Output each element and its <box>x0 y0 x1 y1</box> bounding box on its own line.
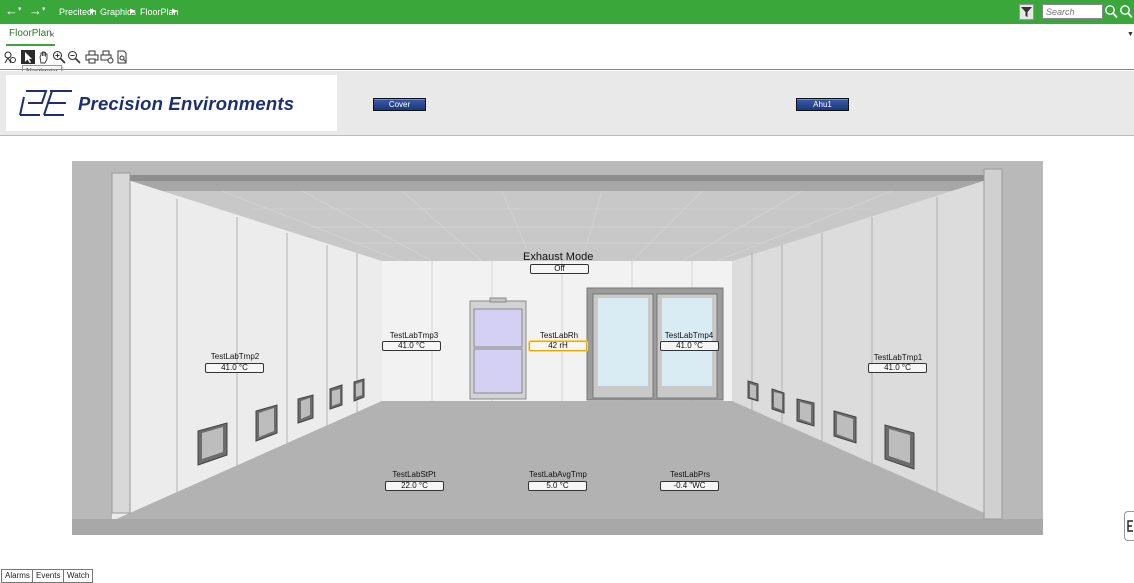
tab-strip: FloorPlan × ▼ <box>0 24 1134 46</box>
breadcrumb-separator-icon: ▶ <box>130 8 136 15</box>
close-icon[interactable]: × <box>49 30 55 41</box>
print-setup-icon[interactable] <box>100 50 114 64</box>
header-panel: Precision Environments Cover Ahu1 <box>0 71 1134 136</box>
testlabtmp1-label: TestLabTmp1 <box>873 353 923 362</box>
search-icon[interactable] <box>1104 4 1118 19</box>
zoom-out-icon[interactable] <box>67 50 81 64</box>
logo-text: Precision Environments <box>78 93 295 114</box>
top-navigation-bar: ← ▾ → ▾ Precitech ▶ Graphics ▶ FloorPlan… <box>0 0 1134 24</box>
search-input[interactable] <box>1042 4 1103 19</box>
testlabavgtmp-value[interactable]: 5.0 °C <box>528 481 587 491</box>
tab-alarms[interactable]: Alarms <box>1 569 34 583</box>
exhaust-mode-label: Exhaust Mode <box>523 251 594 263</box>
chevron-down-icon[interactable]: ▼ <box>1127 31 1134 38</box>
tab-events[interactable]: Events <box>32 569 65 583</box>
select-icon[interactable] <box>3 50 17 64</box>
testlabrh-label: TestLabRh <box>539 331 579 340</box>
testlabprs-label: TestLabPrs <box>669 470 711 479</box>
testlabstpt-value[interactable]: 22.0 °C <box>385 481 444 491</box>
funnel-icon <box>1021 7 1032 17</box>
testlabtmp3-value[interactable]: 41.0 °C <box>382 341 441 351</box>
testlabtmp4-label: TestLabTmp4 <box>664 331 714 340</box>
ahu1-button[interactable]: Ahu1 <box>796 98 849 111</box>
company-logo: Precision Environments <box>6 75 337 131</box>
navigate-icon[interactable] <box>21 50 35 64</box>
breadcrumb-separator-icon: ▶ <box>172 8 178 15</box>
breadcrumb-separator-icon: ▶ <box>90 8 96 15</box>
toolbar-divider <box>0 69 1134 70</box>
back-dropdown-icon[interactable]: ▾ <box>18 5 22 13</box>
tab-floorplan[interactable]: FloorPlan <box>6 28 55 46</box>
testlabtmp3-label: TestLabTmp3 <box>389 331 439 340</box>
testlabprs-value[interactable]: -0.4 "WC <box>660 481 719 491</box>
expand-panel-icon <box>1127 520 1133 532</box>
testlabtmp4-value[interactable]: 41.0 °C <box>660 341 719 351</box>
testlabtmp2-label: TestLabTmp2 <box>210 352 260 361</box>
pan-icon[interactable] <box>37 50 51 64</box>
exhaust-mode-value[interactable]: Off <box>530 264 589 274</box>
print-preview-icon[interactable] <box>115 50 129 64</box>
tab-watch[interactable]: Watch <box>63 569 94 583</box>
forward-dropdown-icon[interactable]: ▾ <box>42 5 46 13</box>
testlabtmp1-value[interactable]: 41.0 °C <box>868 363 927 373</box>
side-panel-handle[interactable] <box>1124 511 1134 541</box>
arrow-left-icon[interactable]: ← <box>5 4 18 18</box>
zoom-in-icon[interactable] <box>52 50 66 64</box>
filter-button[interactable] <box>1019 4 1034 20</box>
arrow-right-icon[interactable]: → <box>29 4 42 18</box>
pe-logo-icon <box>19 90 72 116</box>
testlabrh-value[interactable]: 42 rH <box>529 341 587 351</box>
testlabavgtmp-label: TestLabAvgTmp <box>529 470 587 479</box>
cover-button[interactable]: Cover <box>373 98 426 111</box>
advanced-search-icon[interactable] <box>1119 4 1133 19</box>
print-icon[interactable] <box>85 50 99 64</box>
testlabstpt-label: TestLabStPt <box>392 470 436 479</box>
testlabtmp2-value[interactable]: 41.0 °C <box>205 363 264 373</box>
